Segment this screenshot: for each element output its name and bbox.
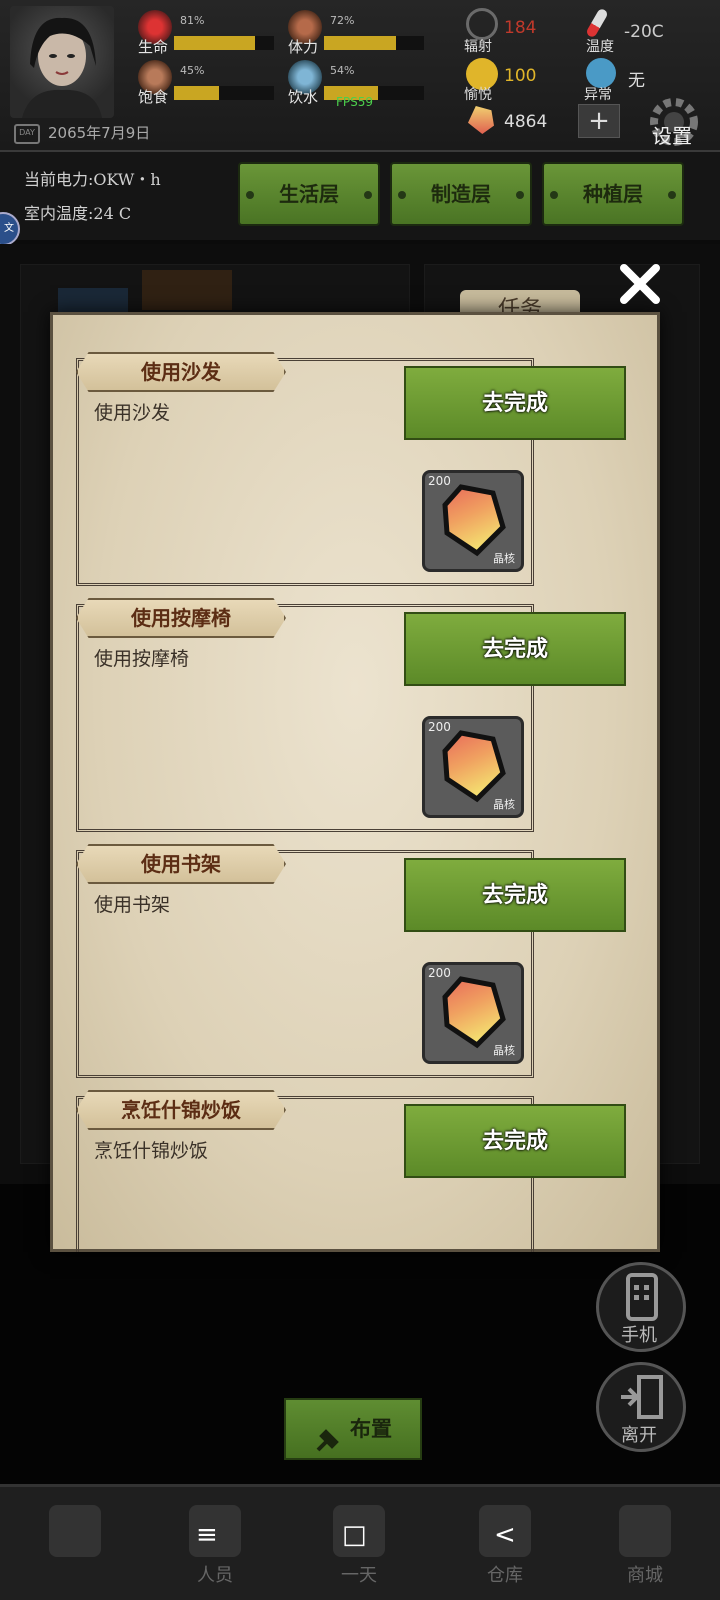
task-title: 使用按摩椅 (76, 598, 286, 638)
nav-shop-label: 商城 (627, 1565, 663, 1586)
task-panel: 使用沙发 使用沙发 去完成 200 晶核 使用按摩椅 使用按摩椅 去完成 200… (50, 312, 660, 1252)
task-description: 使用按摩椅 (94, 648, 190, 670)
satiety-bar-fill (174, 86, 219, 100)
satiety-stat: 45% 饱食 (134, 60, 276, 106)
task-description: 烹饪什锦炒饭 (94, 1140, 209, 1162)
system-back-button[interactable]: < (494, 1520, 516, 1550)
player-avatar[interactable] (10, 6, 114, 118)
settings-button[interactable]: 设置 (636, 92, 710, 152)
crystal-core-icon (442, 484, 506, 557)
stamina-stat: 72% 体力 (284, 10, 426, 56)
leave-label: 离开 (621, 1425, 657, 1446)
task-description: 使用书架 (94, 894, 171, 916)
go-complete-button[interactable]: 去完成 (404, 858, 626, 932)
date-text: 2065年7月9日 (48, 124, 151, 142)
nav-warehouse-label: 仓库 (487, 1565, 523, 1586)
task-title: 烹饪什锦炒饭 (76, 1090, 286, 1130)
fps-counter: FPS59 (336, 95, 374, 109)
stamina-bar (324, 36, 424, 50)
reward-name: 晶核 (493, 552, 515, 565)
calendar-icon: DAY (14, 123, 40, 144)
crystal-core-icon (442, 730, 506, 803)
pleasure-label: 愉悦 (464, 87, 492, 103)
hammer-icon (314, 1418, 340, 1451)
living-floor-button[interactable]: 生活层 (238, 162, 380, 226)
stamina-percent: 72% (330, 14, 355, 27)
go-complete-button[interactable]: 去完成 (404, 366, 626, 440)
reward-slot[interactable]: 200 晶核 (422, 470, 524, 572)
abnormal-value: 无 (628, 71, 645, 91)
nav-lock[interactable] (10, 1497, 140, 1597)
go-complete-button[interactable]: 去完成 (404, 612, 626, 686)
crystal-core-icon (442, 976, 506, 1049)
pleasure-value: 100 (504, 66, 537, 86)
status-hud: 81% 生命 72% 体力 45% 饱食 54% 饮水 FPS59 184 辐射… (0, 0, 720, 152)
abnormal-label: 异常 (584, 87, 612, 103)
layout-button[interactable]: 布置 (284, 1398, 422, 1460)
room-info-bar: 当前电力:OKW・h 室内温度:24 C 生活层 制造层 种植层 (0, 152, 720, 240)
task-description: 使用沙发 (94, 402, 171, 424)
layout-label: 布置 (350, 1416, 392, 1441)
life-bar (174, 36, 274, 50)
nav-next-day-label: 一天 (341, 1565, 377, 1586)
shop-icon (619, 1505, 671, 1557)
satiety-label: 饱食 (138, 88, 169, 106)
stamina-bar-fill (324, 36, 396, 50)
phone-button[interactable]: 手机 (596, 1262, 686, 1352)
thermometer-icon (585, 7, 609, 39)
radiation-label: 辐射 (464, 39, 492, 55)
task-title: 使用沙发 (76, 352, 286, 392)
close-icon (620, 264, 660, 304)
close-panel-button[interactable] (616, 262, 664, 306)
reward-name: 晶核 (493, 1044, 515, 1057)
task-title: 使用书架 (76, 844, 286, 884)
water-label: 饮水 (288, 88, 319, 106)
game-date: DAY 2065年7月9日 (14, 122, 150, 144)
power-text: 当前电力:OKW・h (24, 170, 161, 189)
leave-button[interactable]: 离开 (596, 1362, 686, 1452)
nav-shop[interactable]: 商城 (580, 1497, 710, 1597)
life-stat: 81% 生命 (134, 10, 276, 56)
temperature-value: -20C (624, 22, 664, 42)
room-temperature-text: 室内温度:24 C (24, 204, 132, 223)
phone-label: 手机 (621, 1325, 657, 1346)
planting-floor-button[interactable]: 种植层 (542, 162, 684, 226)
life-label: 生命 (138, 38, 169, 56)
radiation-value: 184 (504, 18, 537, 38)
satiety-percent: 45% (180, 64, 205, 77)
system-menu-button[interactable]: ≡ (196, 1520, 218, 1550)
phone-icon (626, 1273, 658, 1321)
crystal-icon (468, 106, 494, 134)
crystal-value: 4864 (504, 112, 548, 132)
water-percent: 54% (330, 64, 355, 77)
lock-icon (49, 1505, 101, 1557)
nav-staff-label: 人员 (197, 1565, 233, 1586)
settings-label: 设置 (652, 124, 692, 148)
go-complete-button[interactable]: 去完成 (404, 1104, 626, 1178)
reward-slot[interactable]: 200 晶核 (422, 716, 524, 818)
temperature-label: 温度 (586, 39, 614, 55)
satiety-bar (174, 86, 274, 100)
life-bar-fill (174, 36, 255, 50)
crafting-floor-button[interactable]: 制造层 (390, 162, 532, 226)
reward-name: 晶核 (493, 798, 515, 811)
stamina-label: 体力 (288, 38, 319, 56)
reward-slot[interactable]: 200 晶核 (422, 962, 524, 1064)
life-percent: 81% (180, 14, 205, 27)
exit-door-icon (621, 1375, 663, 1419)
add-crystal-button[interactable]: + (578, 104, 620, 138)
system-home-button[interactable]: □ (342, 1520, 367, 1550)
